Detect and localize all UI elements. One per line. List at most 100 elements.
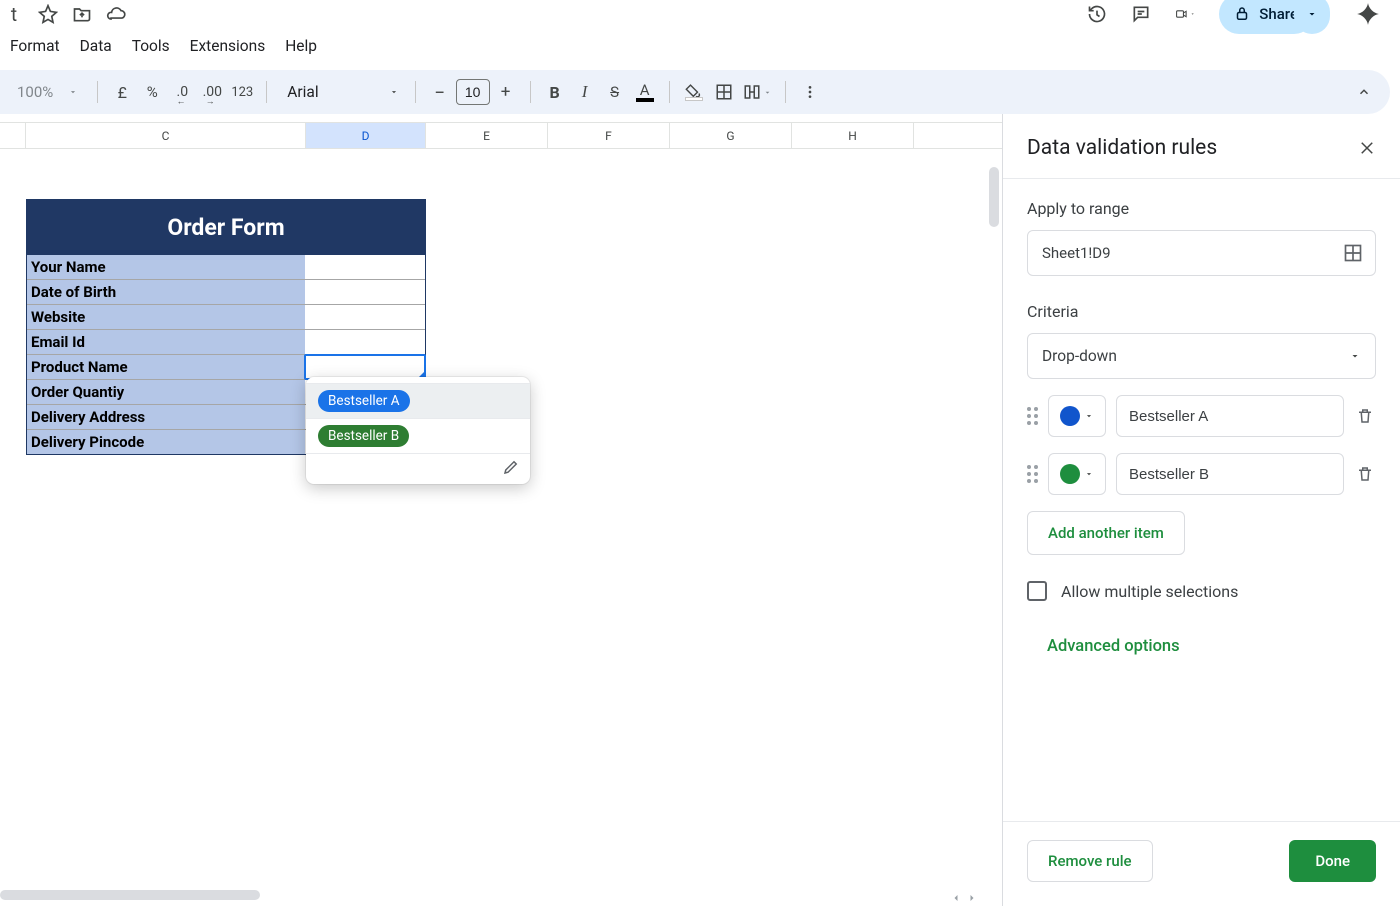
col-header-d[interactable]: D: [306, 123, 426, 148]
gemini-icon[interactable]: [1354, 0, 1382, 28]
menu-tools[interactable]: Tools: [132, 37, 170, 55]
menu-data[interactable]: Data: [80, 37, 112, 55]
form-label: Product Name: [27, 355, 305, 379]
delete-item-0[interactable]: [1354, 407, 1376, 425]
allow-multiple-row[interactable]: Allow multiple selections: [1027, 581, 1376, 601]
form-row: Date of Birth: [27, 279, 425, 304]
form-row: Product Name: [27, 354, 425, 379]
title-left-icons: t: [4, 4, 126, 24]
item-value-input-1[interactable]: [1116, 453, 1344, 495]
toolbar: 100% £ % .0← .00→ 123 Arial − + B I S A: [0, 70, 1390, 114]
form-row: Email Id: [27, 329, 425, 354]
collapse-toolbar-button[interactable]: [1350, 78, 1378, 106]
share-label: Share: [1259, 5, 1298, 23]
col-header-f[interactable]: F: [548, 123, 670, 148]
col-header-h[interactable]: H: [792, 123, 914, 148]
form-label: Email Id: [27, 330, 305, 354]
criteria-item-0: [1027, 395, 1376, 437]
spreadsheet[interactable]: C D E F G H Order Form Your NameDate of …: [0, 122, 1002, 906]
criteria-value: Drop-down: [1042, 347, 1117, 365]
format-123-button[interactable]: 123: [228, 78, 256, 106]
swatch-blue-icon: [1060, 406, 1080, 426]
horizontal-scrollbar[interactable]: [0, 890, 260, 900]
criteria-select[interactable]: Drop-down: [1027, 333, 1376, 379]
font-size-input[interactable]: [456, 79, 490, 105]
share-dropdown[interactable]: [1294, 0, 1330, 34]
sidebar-footer: Remove rule Done: [1003, 821, 1400, 906]
move-folder-icon[interactable]: [72, 4, 92, 24]
criteria-item-1: [1027, 453, 1376, 495]
percent-button[interactable]: %: [138, 78, 166, 106]
form-value-cell[interactable]: [305, 330, 425, 354]
item-color-1[interactable]: [1048, 453, 1106, 495]
col-header-c[interactable]: C: [26, 123, 306, 148]
menu-extensions[interactable]: Extensions: [190, 37, 266, 55]
increase-font-button[interactable]: +: [492, 78, 520, 106]
swatch-green-icon: [1060, 464, 1080, 484]
history-icon[interactable]: [1087, 4, 1107, 24]
drag-handle-icon[interactable]: [1027, 465, 1038, 483]
done-button[interactable]: Done: [1289, 840, 1376, 882]
doc-title-suffix: t: [4, 4, 24, 24]
delete-item-1[interactable]: [1354, 465, 1376, 483]
dropdown-chip-1: Bestseller B: [318, 425, 409, 447]
currency-button[interactable]: £: [108, 78, 136, 106]
remove-rule-button[interactable]: Remove rule: [1027, 840, 1153, 882]
title-right-icons: Share: [1087, 0, 1382, 34]
borders-button[interactable]: [710, 78, 738, 106]
data-validation-sidebar: Data validation rules Apply to range She…: [1002, 114, 1400, 906]
menu-format[interactable]: Format: [10, 37, 60, 55]
cloud-status-icon[interactable]: [106, 4, 126, 24]
text-color-button[interactable]: A: [631, 78, 659, 106]
item-value-input-0[interactable]: [1116, 395, 1344, 437]
zoom-level[interactable]: 100%: [14, 78, 57, 106]
menu-help[interactable]: Help: [285, 37, 317, 55]
font-select[interactable]: Arial: [277, 83, 404, 101]
dropdown-option-1[interactable]: Bestseller B: [306, 419, 530, 453]
dropdown-chip-0: Bestseller A: [318, 390, 410, 412]
grid-body[interactable]: Order Form Your NameDate of BirthWebsite…: [0, 149, 1002, 849]
advanced-options-button[interactable]: Advanced options: [1047, 637, 1376, 656]
form-row: Website: [27, 304, 425, 329]
add-item-button[interactable]: Add another item: [1027, 511, 1185, 555]
more-button[interactable]: [796, 78, 824, 106]
dropdown-popup: Bestseller A Bestseller B: [306, 377, 530, 484]
allow-multiple-checkbox[interactable]: [1027, 581, 1047, 601]
main-area: C D E F G H Order Form Your NameDate of …: [0, 114, 1400, 906]
form-value-cell[interactable]: [305, 280, 425, 304]
apply-range-input[interactable]: Sheet1!D9: [1027, 230, 1376, 276]
increase-decimal-button[interactable]: .00→: [198, 78, 226, 106]
edit-dropdown-icon[interactable]: [502, 458, 520, 476]
form-label: Delivery Address: [27, 405, 305, 429]
drag-handle-icon[interactable]: [1027, 407, 1038, 425]
sheet-nav-arrows[interactable]: [950, 892, 978, 904]
form-row: Your Name: [27, 255, 425, 279]
star-icon[interactable]: [38, 4, 58, 24]
apply-to-range-label: Apply to range: [1027, 199, 1376, 218]
form-label: Your Name: [27, 255, 305, 279]
form-label: Website: [27, 305, 305, 329]
merge-button[interactable]: [740, 78, 775, 106]
dropdown-option-0[interactable]: Bestseller A: [306, 383, 530, 419]
sidebar-title: Data validation rules: [1027, 136, 1217, 160]
meet-icon[interactable]: [1175, 4, 1195, 24]
strike-button[interactable]: S: [601, 78, 629, 106]
close-sidebar-button[interactable]: [1358, 139, 1376, 157]
decrease-decimal-button[interactable]: .0←: [168, 78, 196, 106]
form-label: Delivery Pincode: [27, 430, 305, 454]
col-header-e[interactable]: E: [426, 123, 548, 148]
column-headers: C D E F G H: [0, 123, 1002, 149]
decrease-font-button[interactable]: −: [426, 78, 454, 106]
bold-button[interactable]: B: [541, 78, 569, 106]
form-value-cell[interactable]: [305, 255, 425, 279]
form-value-cell[interactable]: [305, 305, 425, 329]
select-range-icon[interactable]: [1343, 243, 1363, 263]
italic-button[interactable]: I: [571, 78, 599, 106]
col-header-g[interactable]: G: [670, 123, 792, 148]
comments-icon[interactable]: [1131, 4, 1151, 24]
vertical-scrollbar[interactable]: [989, 167, 999, 227]
fill-color-button[interactable]: [680, 78, 708, 106]
select-all-corner[interactable]: [0, 123, 26, 148]
zoom-dropdown[interactable]: [59, 78, 87, 106]
item-color-0[interactable]: [1048, 395, 1106, 437]
